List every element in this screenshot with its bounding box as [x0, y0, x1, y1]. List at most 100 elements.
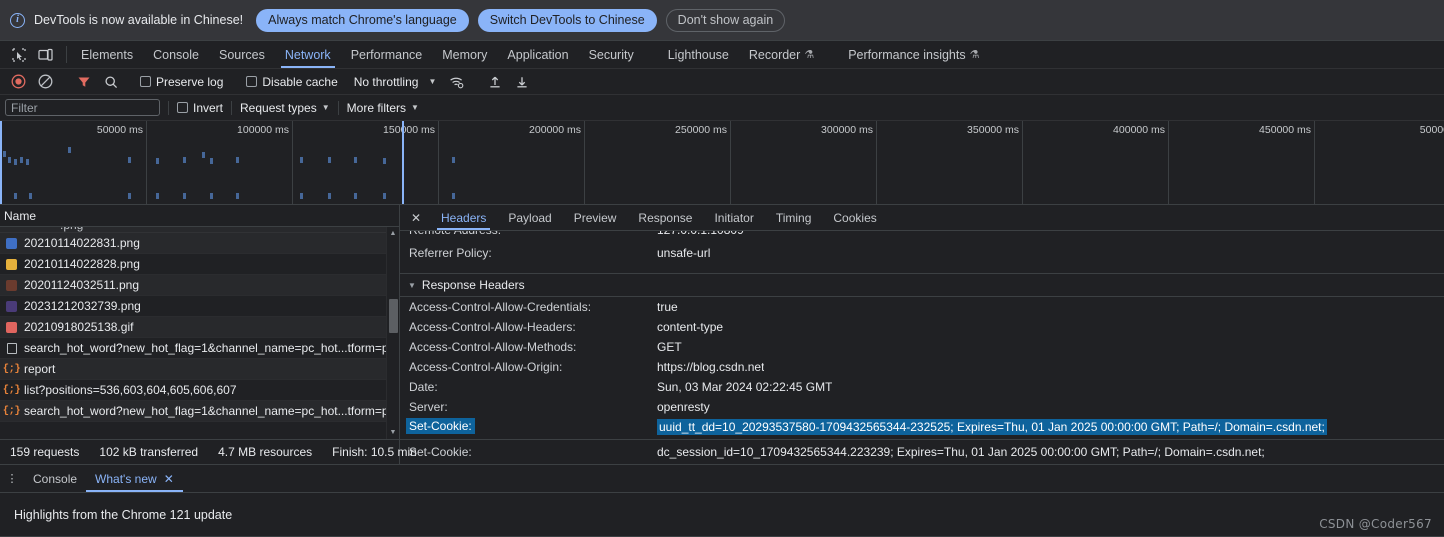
record-button-icon[interactable] — [6, 71, 31, 93]
response-headers-section[interactable]: ▼ Response Headers — [400, 273, 1444, 297]
drawer-tab-console[interactable]: Console — [24, 465, 86, 492]
overview-request-bar — [14, 193, 17, 199]
device-toolbar-icon[interactable] — [33, 43, 58, 67]
chevron-down-icon[interactable]: ▼ — [422, 77, 442, 86]
request-row[interactable]: 20231212032739.png — [0, 296, 399, 317]
overview-request-bar — [383, 193, 386, 199]
import-har-icon[interactable] — [482, 71, 507, 93]
header-row[interactable]: Access-Control-Allow-Methods: GET — [400, 337, 1444, 357]
header-row[interactable]: Access-Control-Allow-Credentials: true — [400, 297, 1444, 317]
overview-request-bar — [183, 193, 186, 199]
image-thumbnail-icon — [5, 258, 18, 271]
disable-cache-checkbox[interactable]: Disable cache — [242, 75, 343, 89]
request-row[interactable]: search_hot_word?new_hot_flag=1&channel_n… — [0, 338, 399, 359]
header-value: unsafe-url — [657, 246, 711, 260]
chevron-down-icon: ▼ — [408, 280, 416, 290]
tab-label: Application — [507, 47, 569, 62]
tab-recorder[interactable]: Recorder ⚗ — [739, 41, 824, 68]
header-row[interactable]: Access-Control-Allow-Headers: content-typ… — [400, 317, 1444, 337]
invert-checkbox[interactable]: Invert — [177, 101, 223, 115]
more-filters-dropdown[interactable]: More filters ▼ — [347, 101, 419, 115]
request-row[interactable]: {;} report — [0, 359, 399, 380]
tabstrip-divider — [66, 46, 67, 63]
always-match-language-button[interactable]: Always match Chrome's language — [256, 8, 469, 32]
thumbnail-swatch — [6, 300, 17, 312]
tab-cookies[interactable]: Cookies — [822, 205, 887, 230]
dont-show-again-button[interactable]: Don't show again — [665, 8, 786, 32]
wifi-settings-icon[interactable] — [444, 71, 469, 93]
timeline-left-edge[interactable] — [0, 121, 2, 204]
header-row[interactable]: Set-Cookie: uuid_tt_dd=10_20293537580-170… — [400, 417, 1444, 437]
request-types-dropdown[interactable]: Request types ▼ — [240, 101, 330, 115]
switch-to-chinese-button[interactable]: Switch DevTools to Chinese — [477, 8, 657, 32]
scroll-up-icon[interactable]: ▲ — [387, 227, 399, 240]
header-row[interactable]: Server: openresty — [400, 397, 1444, 417]
request-name: 20231212032739.png — [24, 299, 141, 313]
checkbox-box — [140, 76, 151, 87]
export-har-icon[interactable] — [509, 71, 534, 93]
clipped-row-text: .png — [60, 227, 83, 232]
throttling-select[interactable]: No throttling — [346, 75, 421, 89]
request-row[interactable]: {;} search_hot_word?new_hot_flag=1&channe… — [0, 401, 399, 422]
tab-application[interactable]: Application — [497, 41, 578, 68]
request-name: 20210918025138.gif — [24, 320, 134, 334]
request-rows: 20210114022831.png 20210114022828.png 2020… — [0, 233, 399, 422]
timeline-playhead[interactable] — [402, 121, 404, 204]
request-list-scrollbar[interactable]: ▲ ▼ — [386, 227, 399, 439]
tab-initiator[interactable]: Initiator — [703, 205, 764, 230]
tab-headers[interactable]: Headers — [430, 205, 497, 230]
overview-request-bar — [26, 159, 29, 165]
header-key: Access-Control-Allow-Methods: — [409, 340, 577, 354]
checkbox-box — [246, 76, 258, 87]
transferred-size: 102 kB transferred — [99, 445, 199, 459]
table-row-clipped[interactable]: .png — [0, 227, 399, 233]
clear-network-log-icon[interactable] — [33, 71, 58, 93]
filterbar-divider — [231, 100, 233, 115]
close-icon[interactable]: ✕ — [164, 472, 174, 486]
tab-performance[interactable]: Performance — [341, 41, 433, 68]
tab-memory[interactable]: Memory — [432, 41, 497, 68]
more-options-icon[interactable]: ⋮ — [0, 465, 24, 492]
tab-response[interactable]: Response — [627, 205, 703, 230]
tab-elements[interactable]: Elements — [71, 41, 143, 68]
network-overview-timeline[interactable]: 50000 ms 100000 ms 150000 ms 200000 ms 25000… — [0, 121, 1444, 205]
tab-preview[interactable]: Preview — [563, 205, 628, 230]
tab-console[interactable]: Console — [143, 41, 209, 68]
timeline-tick-label: 50000 — [1419, 124, 1444, 136]
tab-network[interactable]: Network — [275, 41, 341, 68]
header-row[interactable]: Set-Cookie: dc_session_id=10_17094325653… — [400, 440, 1265, 464]
filter-input[interactable] — [5, 99, 160, 116]
tab-timing[interactable]: Timing — [765, 205, 823, 230]
request-row[interactable]: {;} list?positions=536,603,604,605,606,60… — [0, 380, 399, 401]
drawer-tab-whats-new[interactable]: What's new ✕ — [86, 465, 183, 492]
preserve-log-checkbox[interactable]: Preserve log — [136, 75, 229, 89]
tab-lighthouse[interactable]: Lighthouse — [658, 41, 739, 68]
request-name: 20210114022831.png — [24, 236, 140, 250]
header-key-cell: Server: — [409, 400, 657, 414]
header-row[interactable]: Access-Control-Allow-Origin: https://blog… — [400, 357, 1444, 377]
request-row[interactable]: 20210114022831.png — [0, 233, 399, 254]
close-icon[interactable]: ✕ — [402, 205, 430, 230]
search-icon[interactable] — [98, 71, 123, 93]
header-row[interactable]: Referrer Policy: unsafe-url — [400, 243, 1444, 263]
header-key: Set-Cookie: — [409, 445, 472, 459]
inspect-element-icon[interactable] — [6, 43, 31, 67]
header-row[interactable]: Date: Sun, 03 Mar 2024 02:22:45 GMT — [400, 377, 1444, 397]
header-row[interactable]: Remote Address: 127.0.0.1:10809 — [400, 231, 1444, 243]
tab-payload[interactable]: Payload — [497, 205, 562, 230]
filter-icon[interactable] — [71, 71, 96, 93]
scroll-down-icon[interactable]: ▼ — [387, 426, 399, 439]
tab-security[interactable]: Security — [579, 41, 644, 68]
thumbnail-swatch — [6, 321, 17, 333]
request-row[interactable]: 20201124032511.png — [0, 275, 399, 296]
header-key: Remote Address: — [409, 231, 657, 237]
header-key: Set-Cookie: — [406, 417, 475, 434]
request-row[interactable]: 20210114022828.png — [0, 254, 399, 275]
scrollbar-thumb[interactable] — [389, 299, 398, 333]
tab-sources[interactable]: Sources — [209, 41, 275, 68]
header-key-cell: Set-Cookie: — [406, 417, 657, 437]
tab-performance-insights[interactable]: Performance insights ⚗ — [838, 41, 989, 68]
devtools-window: i DevTools is now available in Chinese! … — [0, 0, 1444, 537]
timeline-tick-label: 400000 ms — [1113, 124, 1165, 136]
request-row[interactable]: 20210918025138.gif — [0, 317, 399, 338]
